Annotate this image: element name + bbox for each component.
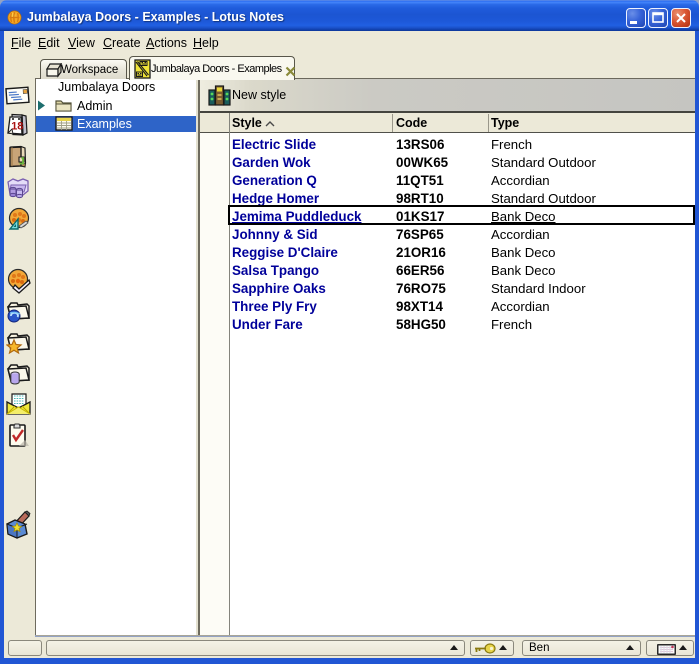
svg-text:18: 18: [11, 121, 23, 133]
